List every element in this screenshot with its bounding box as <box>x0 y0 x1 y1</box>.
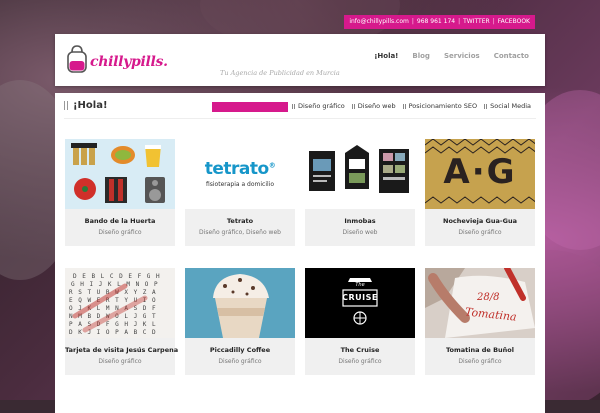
filter-diseno-web[interactable]: Diseño web <box>351 102 396 110</box>
portfolio-thumbnail[interactable]: tetrato® fisioterapia a domicilio <box>185 139 295 209</box>
card-title[interactable]: Inmobas <box>305 217 415 225</box>
bars-icon <box>64 101 68 110</box>
card-title[interactable]: Tetrato <box>185 217 295 225</box>
portfolio-grid: Bando de la Huerta Diseño gráfico tetrat… <box>65 139 535 375</box>
portfolio-card[interactable]: A·G Nochevieja Gua-Gua Diseño gráfico <box>425 139 535 246</box>
bars-icon <box>402 103 406 109</box>
brochures-image <box>305 139 415 209</box>
svg-text:G H I J K L M N O P: G H I J K L M N O P <box>71 281 159 288</box>
card-category[interactable]: Diseño gráfico <box>425 358 535 365</box>
filter-all-highlight[interactable] <box>212 102 288 112</box>
card-category[interactable]: Diseño gráfico <box>65 358 175 365</box>
portfolio-card[interactable]: D E B L C D E F G H G H I J K L M N O P … <box>65 268 178 375</box>
tomatina-date: 28/8 <box>477 292 500 303</box>
separator: | <box>411 18 414 25</box>
bars-icon <box>292 103 295 109</box>
tomatina-shirt-image <box>425 268 535 338</box>
svg-text:D K J I O P A B C D: D K J I O P A B C D <box>69 329 157 336</box>
cruise-the-text: The <box>355 282 365 288</box>
twitter-link[interactable]: TWITTER <box>463 15 490 29</box>
filter-label: Diseño web <box>357 102 396 110</box>
card-title[interactable]: Nochevieja Gua-Gua <box>425 217 535 225</box>
main-content: ¡Hola! Diseño gráfico Diseño web Posicio… <box>55 93 545 413</box>
facebook-link[interactable]: FACEBOOK <box>498 15 530 29</box>
portfolio-thumbnail[interactable]: 28/8 Tomatina <box>425 268 535 338</box>
separator: | <box>458 18 461 25</box>
page-title: ¡Hola! <box>64 100 108 111</box>
portfolio-thumbnail[interactable] <box>185 268 295 338</box>
portfolio-card[interactable]: The CRUISE The Cruise Diseño gráfico <box>305 268 415 375</box>
email-link[interactable]: info@chillypills.com <box>349 15 409 29</box>
site-header: chillypills. Tu Agencia de Publicidad en… <box>55 34 545 86</box>
filter-label: Posicionamiento SEO <box>408 102 478 110</box>
card-category[interactable]: Diseño gráfico <box>305 358 415 365</box>
card-title[interactable]: Bando de la Huerta <box>65 217 175 225</box>
card-category[interactable]: Diseño web <box>305 229 415 236</box>
card-title[interactable]: Piccadilly Coffee <box>185 346 295 354</box>
portfolio-thumbnail[interactable]: The CRUISE <box>305 268 415 338</box>
portfolio-thumbnail[interactable]: A·G <box>425 139 535 209</box>
card-category[interactable]: Diseño gráfico, Diseño web <box>185 229 295 236</box>
filter-social-media[interactable]: Social Media <box>484 102 531 110</box>
page-title-text: ¡Hola! <box>73 100 108 111</box>
tetrato-brand: tetrato <box>204 159 269 179</box>
card-category[interactable]: Diseño gráfico <box>185 358 295 365</box>
pill-logo-icon[interactable] <box>66 44 88 74</box>
tagline: Tu Agencia de Publicidad en Murcia <box>220 69 340 77</box>
registered-mark: ® <box>268 161 276 170</box>
portfolio-card[interactable]: tetrato® fisioterapia a domicilio Tetrat… <box>185 139 295 246</box>
card-category[interactable]: Diseño gráfico <box>65 229 175 236</box>
card-title[interactable]: Tarjeta de visita Jesús Carpena <box>65 346 178 354</box>
svg-text:P A S D F G H J K L: P A S D F G H J K L <box>69 321 157 328</box>
cruise-logo-image <box>305 268 415 338</box>
nav-item-servicios[interactable]: Servicios <box>444 52 480 60</box>
tetrato-subtitle: fisioterapia a domicilio <box>205 181 275 188</box>
svg-text:D E B L C D E F G H: D E B L C D E F G H <box>73 273 161 280</box>
filter-seo[interactable]: Posicionamiento SEO <box>402 102 478 110</box>
bars-icon <box>484 103 488 109</box>
phone-link[interactable]: 968 961 174 <box>417 15 455 29</box>
portfolio-filters: Diseño gráfico Diseño web Posicionamient… <box>292 102 531 110</box>
word-search-image: D E B L C D E F G H G H I J K L M N O P … <box>65 268 175 338</box>
filter-diseno-grafico[interactable]: Diseño gráfico <box>292 102 345 110</box>
icon-collage-image <box>65 139 175 209</box>
ag-logo-text: A·G <box>443 152 517 192</box>
card-title[interactable]: Tomatina de Buñol <box>425 346 535 354</box>
nav-item-contacto[interactable]: Contacto <box>494 52 529 60</box>
bars-icon <box>351 103 355 109</box>
nav-item-hola[interactable]: ¡Hola! <box>374 52 398 60</box>
logo-text[interactable]: chillypills. <box>90 54 168 70</box>
filter-label: Diseño gráfico <box>298 102 345 110</box>
tetrato-logo-text: tetrato® <box>185 159 295 179</box>
filter-label: Social Media <box>490 102 531 110</box>
portfolio-thumbnail[interactable] <box>65 139 175 209</box>
main-nav: ¡Hola! Blog Servicios Contacto <box>374 52 529 60</box>
cruise-wordmark: CRUISE <box>342 293 378 302</box>
card-title[interactable]: The Cruise <box>305 346 415 354</box>
portfolio-card[interactable]: 28/8 Tomatina Tomatina de Buñol Diseño g… <box>425 268 535 375</box>
nav-item-blog[interactable]: Blog <box>412 52 430 60</box>
milkshake-image <box>185 268 295 338</box>
portfolio-card[interactable]: Piccadilly Coffee Diseño gráfico <box>185 268 295 375</box>
portfolio-card[interactable]: Bando de la Huerta Diseño gráfico <box>65 139 175 246</box>
portfolio-thumbnail[interactable]: D E B L C D E F G H G H I J K L M N O P … <box>65 268 175 338</box>
portfolio-thumbnail[interactable] <box>305 139 415 209</box>
portfolio-card[interactable]: Inmobas Diseño web <box>305 139 415 246</box>
contact-strip: info@chillypills.com | 968 961 174 | TWI… <box>344 15 535 29</box>
card-category[interactable]: Diseño gráfico <box>425 229 535 236</box>
title-bar: ¡Hola! Diseño gráfico Diseño web Posicio… <box>64 100 536 119</box>
separator: | <box>492 18 495 25</box>
